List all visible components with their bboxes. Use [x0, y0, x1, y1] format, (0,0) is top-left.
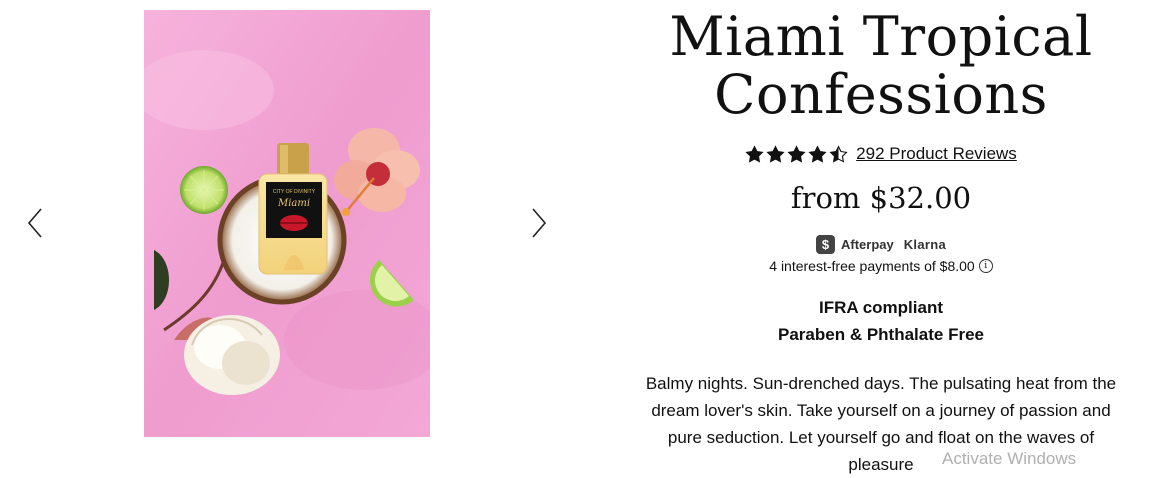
installments-text: 4 interest-free payments of $8.00 — [769, 258, 975, 274]
features-list: IFRA compliant Paraben & Phthalate Free — [600, 294, 1157, 348]
price: from $32.00 — [790, 181, 972, 215]
star-icon — [766, 144, 785, 163]
star-rating — [745, 144, 848, 164]
product-title-line2: Confessions — [714, 63, 1048, 126]
product-photo: CITY OF DIVINITY Miami — [144, 10, 430, 437]
carousel-next-button[interactable] — [528, 206, 550, 240]
star-icon — [745, 144, 764, 163]
star-icon — [829, 144, 848, 163]
product-details: Miami Tropical Confessions 292 Product R… — [600, 8, 1157, 478]
chevron-right-icon — [532, 208, 547, 238]
feature-paraben-free: Paraben & Phthalate Free — [778, 325, 984, 344]
feature-ifra: IFRA compliant — [818, 298, 944, 317]
bnpl-logos: $ Afterpay Klarna — [600, 234, 1157, 254]
afterpay-logo: Afterpay — [840, 236, 894, 252]
info-icon[interactable]: i — [978, 259, 993, 273]
installments-row: 4 interest-free payments of $8.00 i — [600, 258, 1157, 274]
reviews-link[interactable]: 292 Product Reviews — [856, 144, 1017, 164]
svg-text:Miami: Miami — [277, 198, 310, 209]
chevron-left-icon — [27, 208, 42, 238]
product-image[interactable]: CITY OF DIVINITY Miami — [144, 10, 430, 437]
klarna-logo: Klarna — [903, 236, 946, 252]
windows-activation-watermark: Activate Windows — [942, 449, 1077, 468]
star-icon — [808, 144, 827, 163]
carousel-prev-button[interactable] — [24, 206, 46, 240]
product-title: Miami Tropical Confessions — [600, 8, 1157, 124]
svg-text:CITY OF DIVINITY: CITY OF DIVINITY — [273, 189, 316, 195]
rating-row: 292 Product Reviews — [600, 142, 1157, 166]
star-icon — [787, 144, 806, 163]
product-title-line1: Miami Tropical — [669, 5, 1093, 68]
afterpay-icon: $ — [815, 234, 835, 254]
